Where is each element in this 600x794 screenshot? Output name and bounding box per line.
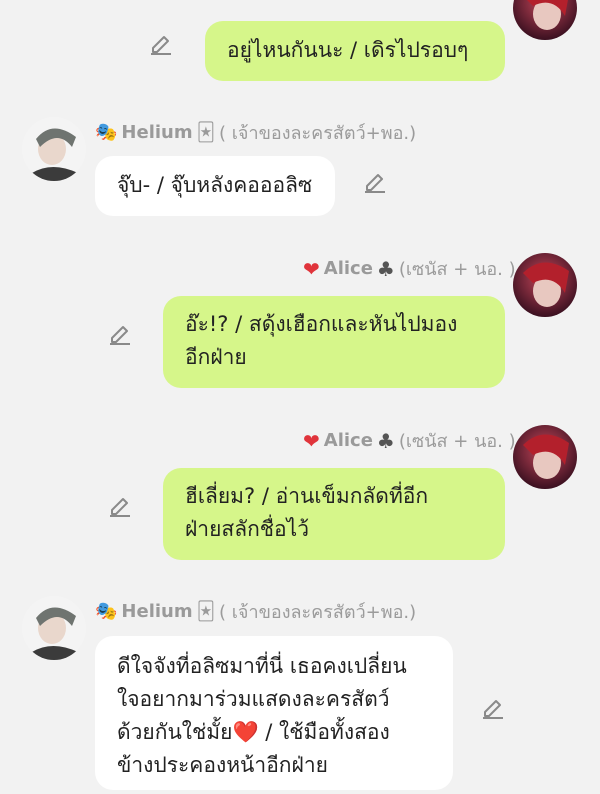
performing-arts-emoji: 🎭 xyxy=(95,122,118,143)
sender-name-line: 🎭 Helium 🃏 ( เจ้าของละครสัตว์+พอ.) xyxy=(95,118,416,147)
sender-name-line: ❤ Alice ♣ (เซนัส + นอ. ) xyxy=(303,254,516,283)
alice-avatar[interactable] xyxy=(513,0,577,40)
sender-name: Alice xyxy=(323,430,373,451)
sender-name: Alice xyxy=(323,258,373,279)
sender-name: Helium xyxy=(121,601,193,622)
message-bubble-outgoing[interactable]: อยู่ไหนกันนะ / เดิรไปรอบๆ xyxy=(205,21,505,81)
performing-arts-emoji: 🎭 xyxy=(95,601,118,622)
message-bubble-outgoing[interactable]: อ๊ะ!? / สดุ้งเฮือกและหันไปมอง อีกฝ่าย xyxy=(163,296,505,388)
sender-suffix: (เซนัส + นอ. ) xyxy=(398,259,516,280)
sender-suffix: ( เจ้าของละครสัตว์+พอ.) xyxy=(219,602,417,623)
red-heart-emoji: ❤ xyxy=(303,256,320,281)
message-bubble-incoming[interactable]: จุ๊บ- / จุ๊บหลังคอออลิซ xyxy=(95,156,335,216)
edit-icon[interactable] xyxy=(148,30,174,56)
sender-name: Helium xyxy=(121,122,193,143)
sender-name-line: 🎭 Helium 🃏 ( เจ้าของละครสัตว์+พอ.) xyxy=(95,597,416,626)
edit-icon[interactable] xyxy=(107,492,133,518)
joker-card-emoji: 🃏 xyxy=(196,601,216,622)
helium-avatar[interactable] xyxy=(22,117,86,181)
edit-icon[interactable] xyxy=(480,694,506,720)
alice-avatar[interactable] xyxy=(513,253,577,317)
edit-icon[interactable] xyxy=(107,320,133,346)
helium-avatar[interactable] xyxy=(22,596,86,660)
message-bubble-outgoing[interactable]: ฮีเลี่ยม? / อ่านเข็มกลัดที่อีก ฝ่ายสลักช… xyxy=(163,468,505,560)
sender-name-line: ❤ Alice ♣ (เซนัส + นอ. ) xyxy=(303,426,516,455)
red-heart-emoji: ❤ xyxy=(303,428,320,453)
sender-suffix: (เซนัส + นอ. ) xyxy=(398,431,516,452)
club-suit-emoji: ♣ xyxy=(376,256,395,281)
sender-suffix: ( เจ้าของละครสัตว์+พอ.) xyxy=(219,123,417,144)
edit-icon[interactable] xyxy=(362,168,388,194)
joker-card-emoji: 🃏 xyxy=(196,122,216,143)
message-bubble-incoming[interactable]: ดีใจจังที่อลิซมาที่นี่ เธอคงเปลี่ยน ใจอย… xyxy=(95,636,453,790)
club-suit-emoji: ♣ xyxy=(376,428,395,453)
alice-avatar[interactable] xyxy=(513,425,577,489)
